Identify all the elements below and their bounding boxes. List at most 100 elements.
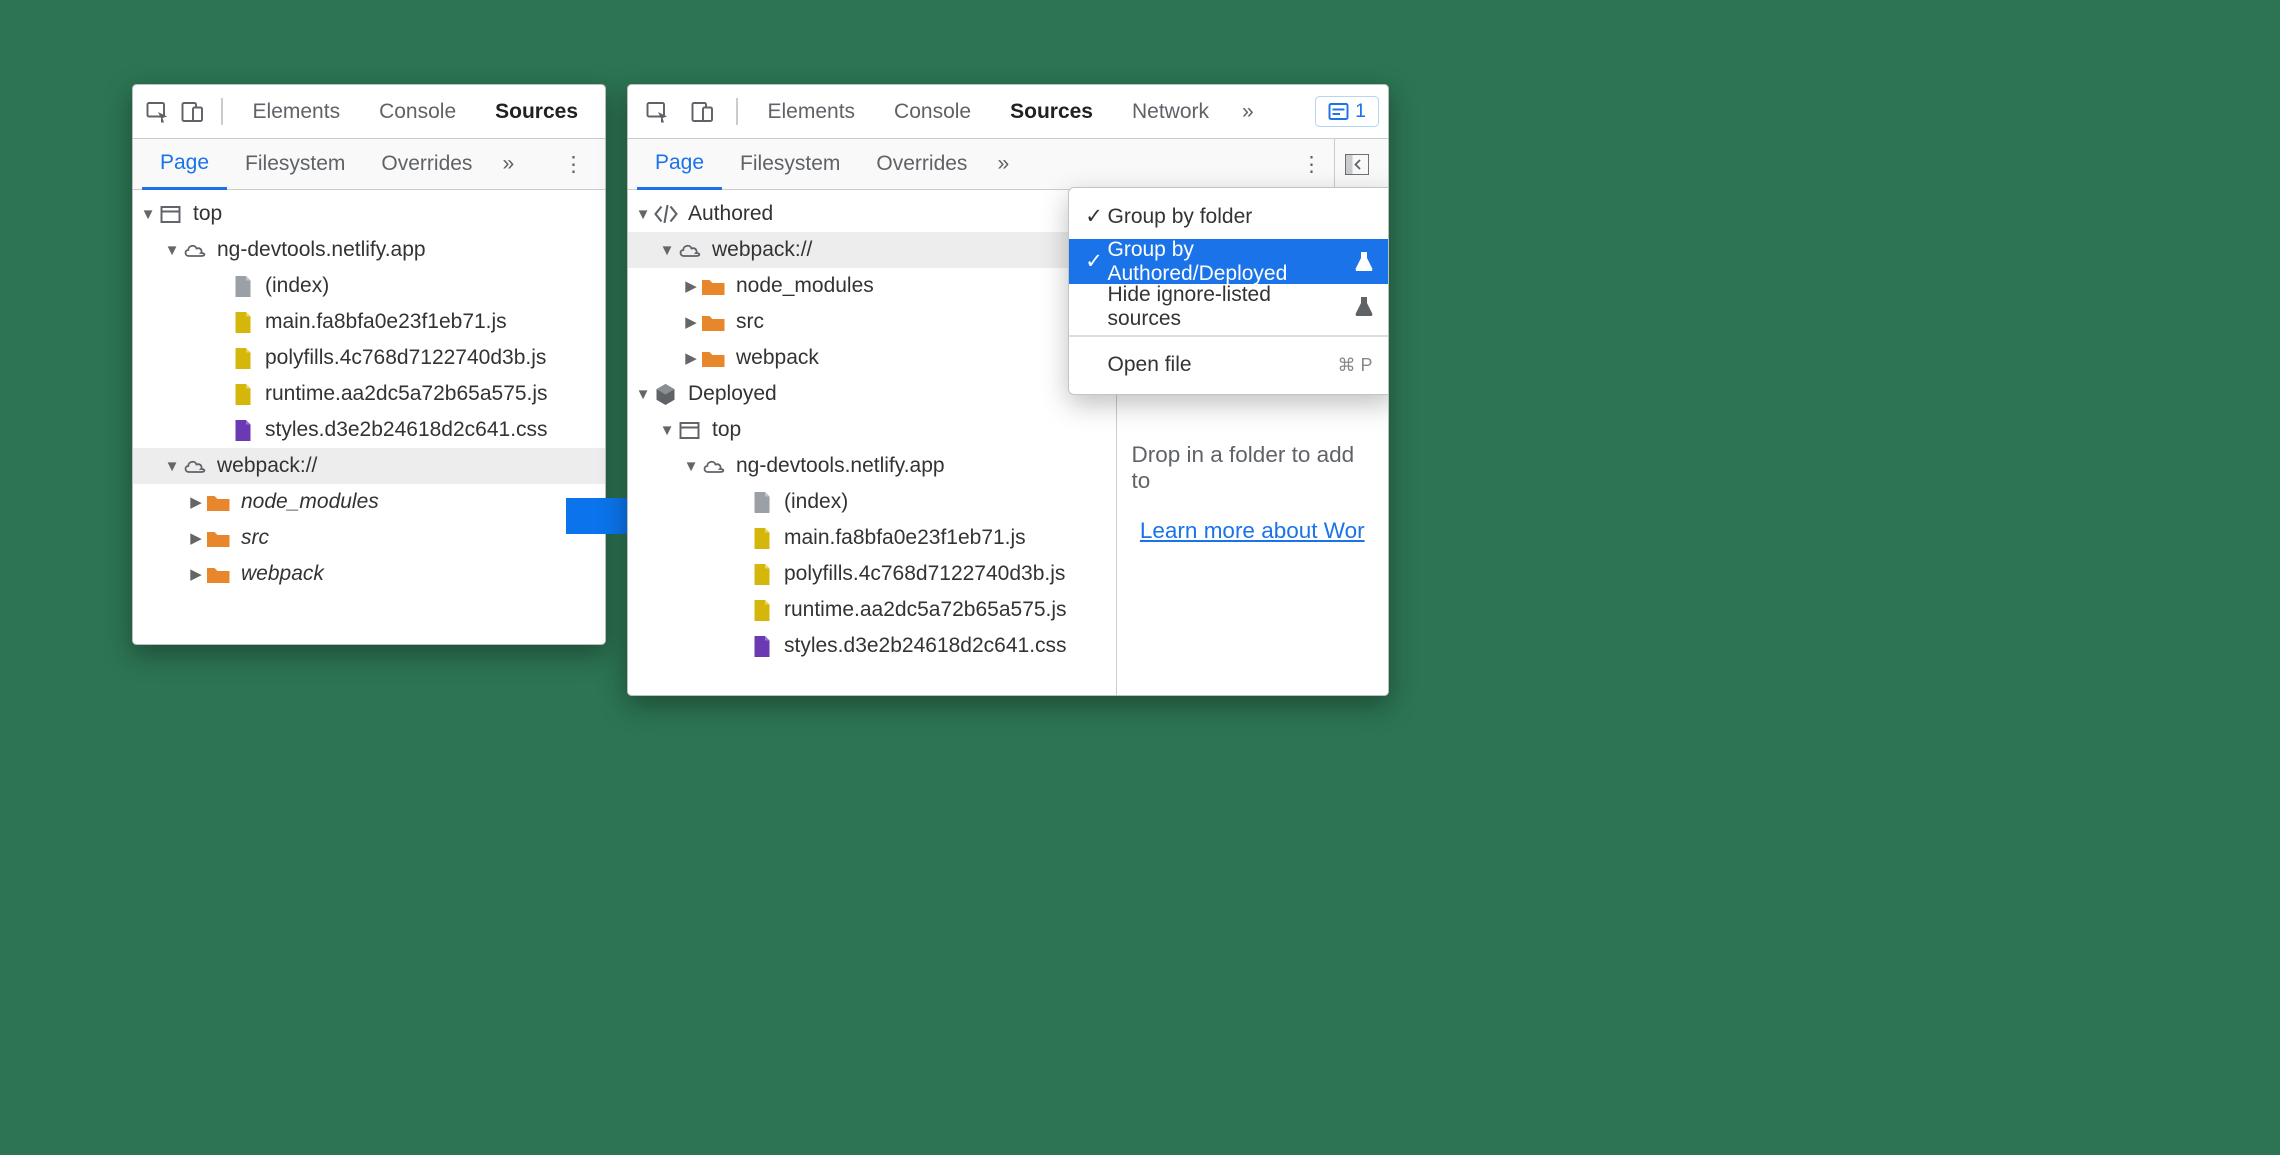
device-toggle-icon[interactable] <box>682 91 724 133</box>
tree-folder-node-modules[interactable]: node_modules <box>628 268 1116 304</box>
tree-label: src <box>241 526 269 550</box>
menu-open-file[interactable]: Open file ⌘ P <box>1069 343 1390 388</box>
tree-label: runtime.aa2dc5a72b65a575.js <box>784 598 1067 622</box>
sidebar-toggle-icon[interactable] <box>1334 139 1379 190</box>
more-tabs-icon[interactable]: » <box>985 152 1021 176</box>
menu-group-by-folder[interactable]: ✓ Group by folder <box>1069 194 1390 239</box>
divider <box>736 98 738 125</box>
tree-file-main[interactable]: main.fa8bfa0e23f1eb71.js <box>628 520 1116 556</box>
tree-file-polyfills[interactable]: polyfills.4c768d7122740d3b.js <box>628 556 1116 592</box>
tree-file-index[interactable]: (index) <box>133 268 605 304</box>
tree-file-index[interactable]: (index) <box>628 484 1116 520</box>
folder-icon <box>205 525 232 552</box>
keyboard-shortcut: ⌘ P <box>1337 355 1372 376</box>
inspect-icon[interactable] <box>142 91 174 133</box>
issues-badge[interactable]: 1 <box>1315 96 1379 127</box>
subtab-page[interactable]: Page <box>142 139 227 190</box>
tree-label: top <box>712 418 741 442</box>
tree-label: webpack:// <box>712 238 812 262</box>
tree-label: node_modules <box>241 490 379 514</box>
tab-elements[interactable]: Elements <box>750 85 874 139</box>
tree-group-authored[interactable]: Authored <box>628 196 1116 232</box>
tree-folder-webpack[interactable]: webpack <box>133 556 605 592</box>
cloud-icon <box>181 237 208 264</box>
tree-label: ng-devtools.netlify.app <box>736 454 945 478</box>
tree-folder-webpack[interactable]: webpack <box>628 340 1116 376</box>
sub-tabstrip: Page Filesystem Overrides » ⋮ <box>133 139 605 190</box>
css-file-icon <box>748 633 775 660</box>
tree-file-styles[interactable]: styles.d3e2b24618d2c641.css <box>133 412 605 448</box>
tree-label: main.fa8bfa0e23f1eb71.js <box>265 310 507 334</box>
tree-webpack[interactable]: webpack:// <box>628 232 1116 268</box>
folder-icon <box>700 273 727 300</box>
tree-domain[interactable]: ng-devtools.netlify.app <box>628 448 1116 484</box>
flask-icon <box>1355 297 1373 317</box>
sources-tree: Authored webpack:// node_modules src web… <box>628 190 1116 670</box>
subtab-page[interactable]: Page <box>637 139 722 190</box>
tree-file-polyfills[interactable]: polyfills.4c768d7122740d3b.js <box>133 340 605 376</box>
tree-webpack[interactable]: webpack:// <box>133 448 605 484</box>
tree-file-main[interactable]: main.fa8bfa0e23f1eb71.js <box>133 304 605 340</box>
tab-sources[interactable]: Sources <box>477 85 596 139</box>
tab-elements[interactable]: Elements <box>235 85 359 139</box>
tree-label: webpack:// <box>217 454 317 478</box>
cloud-icon <box>676 237 703 264</box>
tree-label: top <box>193 202 222 226</box>
learn-more-link[interactable]: Learn more about Wor <box>1140 518 1365 543</box>
tree-label: polyfills.4c768d7122740d3b.js <box>784 562 1065 586</box>
cloud-icon <box>181 453 208 480</box>
folder-icon <box>700 309 727 336</box>
inspect-icon[interactable] <box>637 91 679 133</box>
subtab-overrides[interactable]: Overrides <box>363 139 490 190</box>
devtools-panel-left: Elements Console Sources Page Filesystem… <box>132 84 606 645</box>
drop-hint-text: Drop in a folder to add to <box>1132 442 1374 494</box>
folder-icon <box>700 345 727 372</box>
subtab-filesystem[interactable]: Filesystem <box>227 139 363 190</box>
tab-network[interactable]: Network <box>1114 85 1227 139</box>
more-tabs-icon[interactable]: » <box>1230 100 1266 124</box>
cloud-icon <box>700 453 727 480</box>
flask-icon <box>1355 252 1373 272</box>
tree-label: webpack <box>241 562 324 586</box>
tree-label: polyfills.4c768d7122740d3b.js <box>265 346 546 370</box>
tree-frame-top[interactable]: top <box>628 412 1116 448</box>
tree-label: node_modules <box>736 274 874 298</box>
more-tabs-icon[interactable]: » <box>490 152 526 176</box>
more-options-icon[interactable]: ⋮ <box>551 152 596 177</box>
tree-frame-top[interactable]: top <box>133 196 605 232</box>
tree-file-styles[interactable]: styles.d3e2b24618d2c641.css <box>628 628 1116 664</box>
menu-group-by-authored[interactable]: ✓ Group by Authored/Deployed <box>1069 239 1390 284</box>
js-file-icon <box>748 561 775 588</box>
js-file-icon <box>229 381 256 408</box>
tree-folder-src[interactable]: src <box>133 520 605 556</box>
sub-tabstrip: Page Filesystem Overrides » ⋮ <box>628 139 1388 190</box>
tree-label: Deployed <box>688 382 777 406</box>
css-file-icon <box>229 417 256 444</box>
tree-label: Authored <box>688 202 773 226</box>
tree-domain[interactable]: ng-devtools.netlify.app <box>133 232 605 268</box>
tree-label: webpack <box>736 346 819 370</box>
js-file-icon <box>229 345 256 372</box>
check-icon: ✓ <box>1081 249 1108 274</box>
tab-console[interactable]: Console <box>876 85 989 139</box>
subtab-overrides[interactable]: Overrides <box>858 139 985 190</box>
more-options-icon[interactable]: ⋮ <box>1289 152 1334 177</box>
tab-console[interactable]: Console <box>361 85 474 139</box>
device-toggle-icon[interactable] <box>177 91 209 133</box>
frame-icon <box>157 201 184 228</box>
tree-file-runtime[interactable]: runtime.aa2dc5a72b65a575.js <box>628 592 1116 628</box>
tree-group-deployed[interactable]: Deployed <box>628 376 1116 412</box>
tree-folder-src[interactable]: src <box>628 304 1116 340</box>
tree-label: ng-devtools.netlify.app <box>217 238 426 262</box>
issues-count: 1 <box>1355 100 1366 123</box>
tree-file-runtime[interactable]: runtime.aa2dc5a72b65a575.js <box>133 376 605 412</box>
devtools-panel-right: Elements Console Sources Network » 1 Pag… <box>627 84 1389 696</box>
tree-label: (index) <box>784 490 848 514</box>
file-icon <box>748 489 775 516</box>
tab-sources[interactable]: Sources <box>992 85 1111 139</box>
folder-icon <box>205 561 232 588</box>
menu-hide-ignore-listed[interactable]: Hide ignore-listed sources <box>1069 284 1390 329</box>
tree-folder-node-modules[interactable]: node_modules <box>133 484 605 520</box>
sources-tree: top ng-devtools.netlify.app (index) main… <box>133 190 605 598</box>
subtab-filesystem[interactable]: Filesystem <box>722 139 858 190</box>
